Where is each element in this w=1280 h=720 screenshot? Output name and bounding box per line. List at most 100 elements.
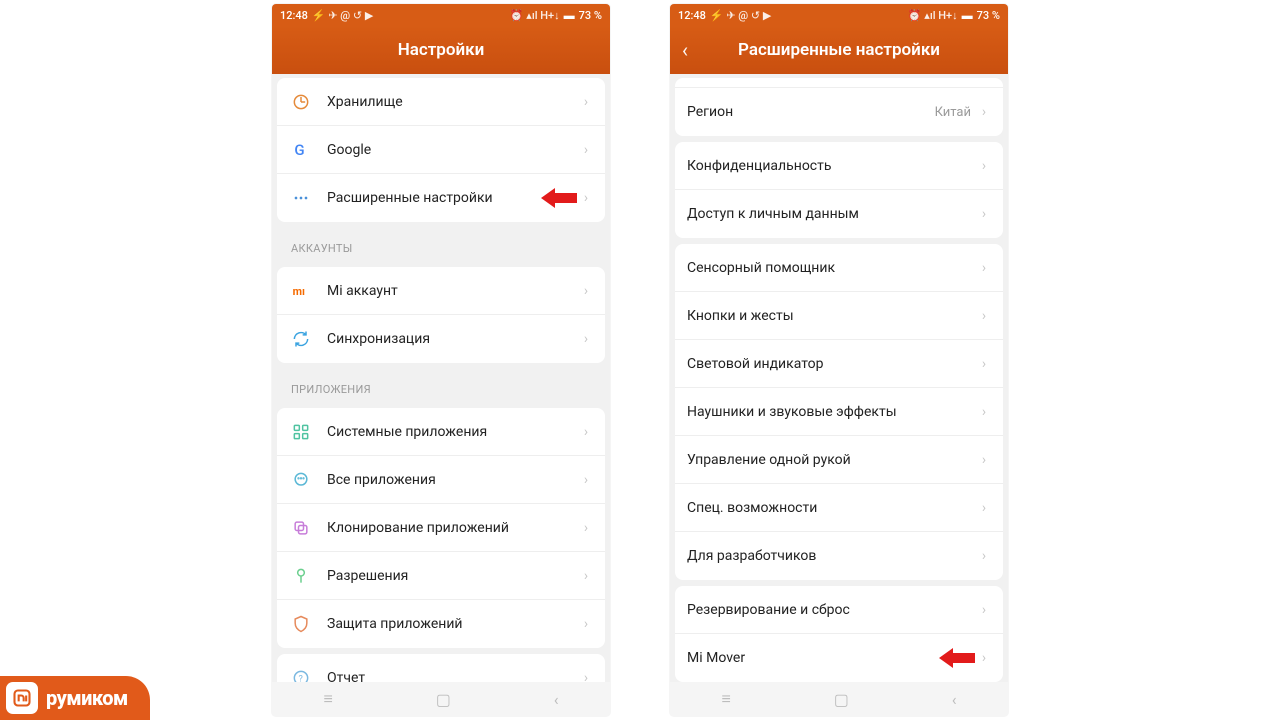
page-title: Настройки — [398, 40, 485, 60]
settings-group-report: ? Отчет › — [277, 654, 605, 682]
nav-recent[interactable]: ≡ — [323, 689, 332, 709]
phone-advanced: 12:48 ⚡ ✈ @ ↺ ▶ ⏰ ▴ıl H+↓ ▬ 73 % ‹ Расши… — [670, 4, 1008, 716]
row-value: Китай — [935, 105, 971, 120]
row-label: Отчет — [327, 670, 579, 682]
row-label: Расширенные настройки — [327, 190, 579, 206]
row-label: Защита приложений — [327, 616, 579, 632]
row-all-apps[interactable]: Все приложения › — [277, 456, 605, 504]
chevron-right-icon: › — [977, 548, 991, 564]
row-label: Сенсорный помощник — [687, 260, 977, 276]
row-permissions[interactable]: Разрешения › — [277, 552, 605, 600]
header-advanced: ‹ Расширенные настройки — [670, 26, 1008, 74]
row-system-apps[interactable]: Системные приложения › — [277, 408, 605, 456]
row-accessibility[interactable]: Спец. возможности › — [675, 484, 1003, 532]
nav-back[interactable]: ‹ — [952, 690, 957, 709]
row-label: Регион — [687, 104, 935, 120]
row-label: Клонирование приложений — [327, 520, 579, 536]
row-onehanded[interactable]: Управление одной рукой › — [675, 436, 1003, 484]
google-icon: G — [289, 138, 313, 162]
chevron-right-icon: › — [977, 158, 991, 174]
help-icon: ? — [289, 666, 313, 682]
adv-group-top: Регион Китай › — [675, 78, 1003, 136]
sync-icon — [289, 327, 313, 351]
row-storage[interactable]: Хранилище › — [277, 78, 605, 126]
clone-icon — [289, 516, 313, 540]
status-time: 12:48 — [678, 9, 706, 22]
row-label: Доступ к личным данным — [687, 206, 977, 222]
row-personal-data[interactable]: Доступ к личным данным › — [675, 190, 1003, 238]
chevron-right-icon: › — [977, 356, 991, 372]
status-battery: 73 % — [579, 9, 602, 22]
status-bar: 12:48 ⚡ ✈ @ ↺ ▶ ⏰ ▴ıl H+↓ ▬ 73 % — [272, 4, 610, 26]
row-label: Mi Mover — [687, 650, 977, 666]
row-buttons-gestures[interactable]: Кнопки и жесты › — [675, 292, 1003, 340]
battery-icon: ▬ — [962, 9, 973, 22]
chevron-right-icon: › — [977, 206, 991, 222]
brand-logo: румиком — [0, 676, 150, 720]
permissions-icon — [289, 564, 313, 588]
shield-icon — [289, 612, 313, 636]
svg-text:G: G — [294, 141, 304, 159]
chevron-right-icon: › — [977, 260, 991, 276]
battery-icon: ▬ — [564, 9, 575, 22]
row-led[interactable]: Световой индикатор › — [675, 340, 1003, 388]
chevron-right-icon: › — [977, 500, 991, 516]
mi-icon: mı — [289, 279, 313, 303]
row-app-protection[interactable]: Защита приложений › — [277, 600, 605, 648]
advanced-content[interactable]: Регион Китай › Конфиденциальность › Дост… — [670, 74, 1008, 682]
svg-text:mı: mı — [293, 285, 305, 298]
chevron-right-icon: › — [579, 94, 593, 110]
chevron-right-icon: › — [579, 520, 593, 536]
chevron-right-icon: › — [579, 472, 593, 488]
chevron-right-icon: › — [579, 424, 593, 440]
back-button[interactable]: ‹ — [682, 38, 688, 62]
row-label: Разрешения — [327, 568, 579, 584]
row-advanced[interactable]: Расширенные настройки › — [277, 174, 605, 222]
row-label: Mi аккаунт — [327, 283, 579, 299]
row-google[interactable]: G Google › — [277, 126, 605, 174]
row-clone-apps[interactable]: Клонирование приложений › — [277, 504, 605, 552]
dots-icon — [289, 186, 313, 210]
settings-content[interactable]: Хранилище › G Google › Расширенные настр… — [272, 74, 610, 682]
nav-home[interactable]: ▢ — [834, 690, 849, 709]
row-mi-account[interactable]: mı Mi аккаунт › — [277, 267, 605, 315]
row-headphones[interactable]: Наушники и звуковые эффекты › — [675, 388, 1003, 436]
logo-text: румиком — [46, 686, 128, 710]
chevron-right-icon: › — [977, 308, 991, 324]
android-navbar: ≡ ▢ ‹ — [272, 682, 610, 716]
row-region[interactable]: Регион Китай › — [675, 88, 1003, 136]
row-sync[interactable]: Синхронизация › — [277, 315, 605, 363]
row-label: Наушники и звуковые эффекты — [687, 404, 977, 420]
row-label: Хранилище — [327, 94, 579, 110]
nav-home[interactable]: ▢ — [436, 690, 451, 709]
row-label: Спец. возможности — [687, 500, 977, 516]
section-apps: ПРИЛОЖЕНИЯ — [277, 369, 605, 402]
chevron-right-icon: › — [579, 190, 593, 206]
row-backup-reset[interactable]: Резервирование и сброс › — [675, 586, 1003, 634]
chevron-right-icon: › — [977, 404, 991, 420]
nav-recent[interactable]: ≡ — [721, 689, 730, 709]
status-time: 12:48 — [280, 9, 308, 22]
row-developer[interactable]: Для разработчиков › — [675, 532, 1003, 580]
row-report[interactable]: ? Отчет › — [277, 654, 605, 682]
chevron-right-icon: › — [977, 104, 991, 120]
chevron-right-icon: › — [977, 452, 991, 468]
header-settings: Настройки — [272, 26, 610, 74]
row-label: Резервирование и сброс — [687, 602, 977, 618]
row-label: Все приложения — [327, 472, 579, 488]
row-quickball[interactable]: Сенсорный помощник › — [675, 244, 1003, 292]
status-battery: 73 % — [977, 9, 1000, 22]
storage-icon — [289, 90, 313, 114]
nav-back[interactable]: ‹ — [554, 690, 559, 709]
row-label: Синхронизация — [327, 331, 579, 347]
status-left-icons: ⚡ ✈ @ ↺ ▶ — [312, 9, 373, 22]
chevron-right-icon: › — [579, 568, 593, 584]
page-title: Расширенные настройки — [738, 40, 940, 60]
row-privacy[interactable]: Конфиденциальность › — [675, 142, 1003, 190]
settings-group-system: Хранилище › G Google › Расширенные настр… — [277, 78, 605, 222]
chevron-right-icon: › — [977, 650, 991, 666]
chevron-right-icon: › — [579, 670, 593, 682]
chevron-right-icon: › — [977, 602, 991, 618]
row-mi-mover[interactable]: Mi Mover › — [675, 634, 1003, 682]
chevron-right-icon: › — [579, 616, 593, 632]
